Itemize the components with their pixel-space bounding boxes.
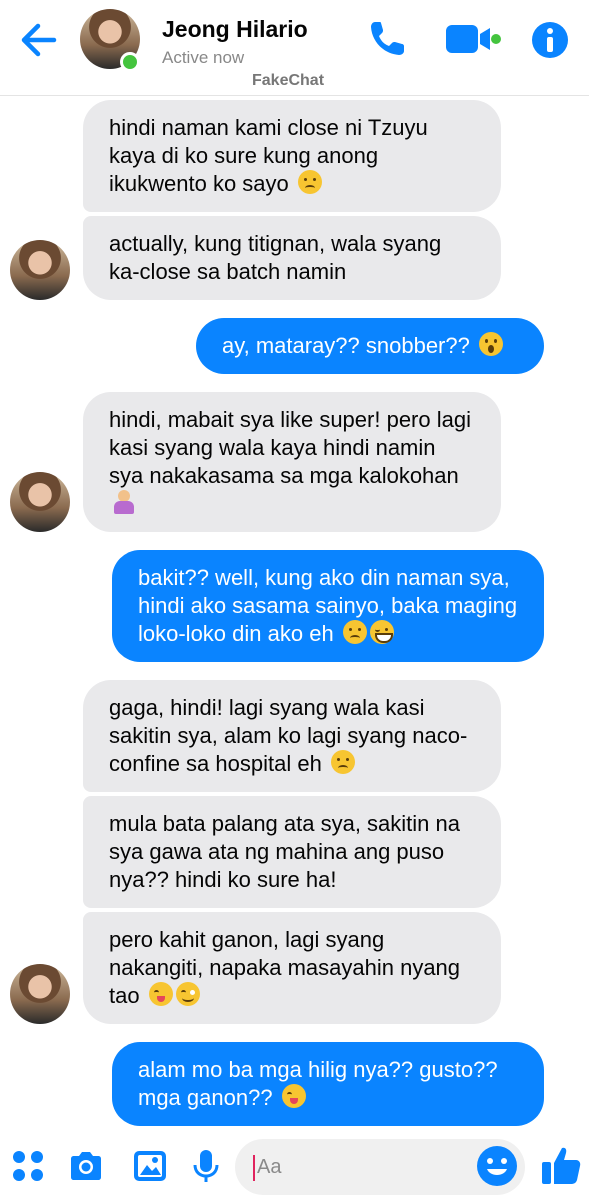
message-bubble-received[interactable]: actually, kung titignan, wala syang ka-c… [83, 216, 501, 300]
message-bubble-sent[interactable]: alam mo ba mga hilig nya?? gusto?? mga g… [112, 1042, 544, 1126]
message-text: actually, kung titignan, wala syang ka-c… [109, 231, 442, 284]
phone-call-icon[interactable] [366, 16, 410, 60]
gallery-icon[interactable] [132, 1148, 168, 1184]
smiling-face-icon [175, 982, 200, 1006]
confused-face-icon [342, 620, 367, 644]
message-text: gaga, hindi! lagi syang wala kasi sakiti… [109, 695, 468, 776]
person-shrugging-icon [112, 490, 136, 514]
message-input-field[interactable] [235, 1139, 525, 1195]
message-bubble-sent[interactable]: bakit?? well, kung ako din naman sya, hi… [112, 550, 544, 662]
message-bubble-received[interactable]: hindi, mabait sya like super! pero lagi … [83, 392, 501, 532]
message-composer [0, 1130, 589, 1200]
online-status-dot [120, 52, 140, 72]
confused-face-icon [297, 170, 322, 194]
contact-name[interactable]: Jeong Hilario [162, 16, 308, 43]
active-status: Active now [162, 48, 245, 67]
message-bubble-received[interactable]: pero kahit ganon, lagi syang nakangiti, … [83, 912, 501, 1024]
astonished-face-icon [478, 332, 503, 356]
message-text: mula bata palang ata sya, sakitin na sya… [109, 811, 461, 892]
back-arrow-icon[interactable] [18, 20, 58, 60]
grinning-squinting-face-icon [369, 620, 394, 644]
info-icon[interactable] [530, 20, 570, 60]
message-text: ay, mataray?? snobber?? [222, 333, 470, 358]
like-icon[interactable] [540, 1144, 582, 1186]
text-cursor [253, 1155, 255, 1181]
camera-icon[interactable] [68, 1148, 104, 1184]
emoji-icon[interactable] [475, 1144, 519, 1188]
contact-avatar-small[interactable] [10, 472, 70, 532]
apps-icon[interactable] [10, 1148, 46, 1184]
contact-avatar-small[interactable] [10, 240, 70, 300]
message-text: hindi naman kami close ni Tzuyu kaya di … [109, 115, 428, 196]
message-text: hindi, mabait sya like super! pero lagi … [109, 407, 471, 488]
message-text: alam mo ba mga hilig nya?? gusto?? mga g… [138, 1057, 498, 1110]
message-text: bakit?? well, kung ako din naman sya, hi… [138, 565, 518, 646]
message-bubble-received[interactable]: gaga, hindi! lagi syang wala kasi sakiti… [83, 680, 501, 792]
message-bubble-sent[interactable]: ay, mataray?? snobber?? [196, 318, 544, 374]
contact-avatar-small[interactable] [10, 964, 70, 1024]
thinking-face-icon [330, 750, 355, 774]
message-bubble-received[interactable]: mula bata palang ata sya, sakitin na sya… [83, 796, 501, 908]
video-call-icon[interactable] [446, 22, 502, 56]
savoring-food-face-icon [281, 1084, 306, 1108]
microphone-icon[interactable] [188, 1148, 224, 1184]
message-bubble-received[interactable]: hindi naman kami close ni Tzuyu kaya di … [83, 100, 501, 212]
chat-header: Jeong Hilario Active now FakeChat [0, 0, 589, 96]
savoring-food-face-icon [148, 982, 173, 1006]
app-watermark: FakeChat [252, 72, 325, 89]
message-input[interactable] [257, 1149, 457, 1185]
